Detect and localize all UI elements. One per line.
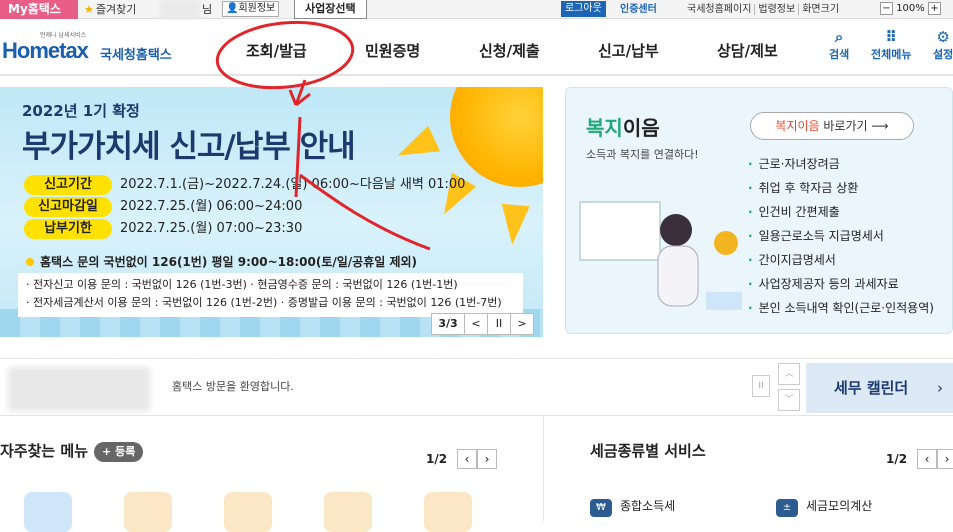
welfare-subtitle: 소득과 복지를 연결하다! <box>586 148 699 161</box>
welfare-item[interactable]: 인건비 간편제출 <box>748 200 934 224</box>
tax-service-income[interactable]: ₩ 종합소득세 <box>590 497 675 517</box>
welfare-title: 복지이음 <box>586 112 660 141</box>
quick-menu-icon[interactable] <box>24 492 72 532</box>
tax-calendar-label: 세무 캘린더 <box>834 379 909 397</box>
notice-up-button[interactable]: ︿ <box>778 363 800 385</box>
welfare-item[interactable]: 본인 소득내역 확인(근로·인적용역) <box>748 296 934 320</box>
logo-korean: 국세청홈택스 <box>100 48 172 63</box>
favorites-link[interactable]: ★ 즐겨찾기 <box>84 0 136 19</box>
register-button[interactable]: + 등록 <box>94 441 144 462</box>
welfare-title-rest: 이음 <box>622 116 660 140</box>
gear-icon: ⚙ <box>936 28 950 46</box>
frequent-menu-title: 자주찾는 메뉴 <box>0 442 89 460</box>
person-icon: 👤 <box>226 3 239 14</box>
search-button[interactable]: ⌕ 검색 <box>829 28 849 62</box>
welfare-item[interactable]: 근로·자녀장려금 <box>748 152 934 176</box>
notice-pause-button[interactable]: II <box>752 375 770 397</box>
all-menu-label: 전체메뉴 <box>871 48 912 61</box>
favorites-label: 즐겨찾기 <box>95 3 137 16</box>
my-hometax-button[interactable]: My홈택스 <box>0 0 78 19</box>
law-info-link[interactable]: 법령정보 <box>754 4 799 15</box>
main-navigation: 언제나 납세서비스 Hometax 국세청홈택스 조회/발급 민원증명 신청/제… <box>0 20 953 76</box>
user-photo-redacted <box>8 367 150 411</box>
tax-prev-button[interactable]: ‹ <box>917 449 937 469</box>
red-annotation-circle <box>215 20 355 107</box>
frequent-menu-heading: 자주찾는 메뉴 + 등록 <box>0 440 144 462</box>
vat-banner[interactable]: 2022년 1기 확정 부가가치세 신고/납부 안내 신고기간 2022.7.1.… <box>0 87 543 337</box>
quick-menu-icon[interactable] <box>124 492 172 532</box>
welcome-strip: 홈택스 방문을 환영합니다. II ︿ ﹀ 세무 캘린더 › <box>0 358 953 416</box>
zoom-level: 100% <box>896 3 925 14</box>
welcome-message: 홈택스 방문을 환영합니다. <box>172 380 294 393</box>
all-menu-button[interactable]: ⠿ 전체메뉴 <box>871 28 911 62</box>
member-info-button[interactable]: 👤회원정보 <box>222 1 280 17</box>
user-suffix: 님 <box>202 3 213 16</box>
screen-size-label: 화면크기 <box>798 4 843 15</box>
welfare-item[interactable]: 일용근로소득 지급명세서 <box>748 224 934 248</box>
money-bag-icon: ₩ <box>590 499 612 517</box>
tax-service-page: 1/2 <box>886 452 908 466</box>
welfare-panel: 복지이음 소득과 복지를 연결하다! 복지이음 바로가기 ⟶ 근로·자녀장려금 … <box>565 87 953 334</box>
welfare-item[interactable]: 취업 후 학자금 상환 <box>748 176 934 200</box>
logout-button[interactable]: 로그아웃 <box>561 1 606 17</box>
section-divider <box>543 416 544 521</box>
hometax-logo[interactable]: 언제나 납세서비스 Hometax 국세청홈택스 <box>2 28 182 70</box>
nav-item-report[interactable]: 신고/납부 <box>598 40 659 61</box>
zoom-out-button[interactable]: − <box>880 2 893 15</box>
tax-next-button[interactable]: › <box>937 449 953 469</box>
quick-menu-icon[interactable] <box>224 492 272 532</box>
welfare-list: 근로·자녀장려금 취업 후 학자금 상환 인건비 간편제출 일용근로소득 지급명… <box>748 152 934 320</box>
tax-service-simulation[interactable]: ± 세금모의계산 <box>776 497 872 517</box>
tax-calendar-button[interactable]: 세무 캘린더 › <box>806 363 953 413</box>
chevron-right-icon: › <box>937 379 943 397</box>
welfare-button-em: 복지이음 <box>775 119 820 133</box>
welfare-item[interactable]: 사업장제공자 등의 과세자료 <box>748 272 934 296</box>
member-info-label: 회원정보 <box>238 3 276 14</box>
top-utility-bar: My홈택스 ★ 즐겨찾기 님 👤회원정보 사업장선택 로그아웃 인증센터 국세청홈… <box>0 0 953 19</box>
frequent-menu-page: 1/2 <box>426 452 448 466</box>
logo-brand: Hometax <box>2 38 89 63</box>
quick-menu-icon[interactable] <box>424 492 472 532</box>
tax-service-heading: 세금종류별 서비스 <box>590 442 706 460</box>
user-name-redacted <box>160 0 200 19</box>
search-label: 검색 <box>829 48 850 61</box>
zoom-in-button[interactable]: + <box>927 2 941 15</box>
welfare-title-green: 복지 <box>586 116 623 140</box>
zoom-control: − 100% + <box>880 2 941 16</box>
nts-homepage-link[interactable]: 국세청홈페이지 <box>684 4 754 15</box>
welfare-shortcut-button[interactable]: 복지이음 바로가기 ⟶ <box>750 112 914 140</box>
notice-down-button[interactable]: ﹀ <box>778 389 800 411</box>
nav-item-apply[interactable]: 신청/제출 <box>479 40 540 61</box>
woman-illustration <box>579 201 742 310</box>
settings-button[interactable]: ⚙ 설정 <box>933 28 953 62</box>
frequent-prev-button[interactable]: ‹ <box>457 449 477 469</box>
red-annotation-arrow <box>294 116 431 251</box>
nav-item-certificate[interactable]: 민원증명 <box>365 40 420 61</box>
arrow-right-icon: ⟶ <box>871 119 889 133</box>
welfare-button-rest: 바로가기 <box>819 119 868 133</box>
business-select-button[interactable]: 사업장선택 <box>294 0 367 19</box>
calculator-icon: ± <box>776 499 798 517</box>
tax-service-label: 종합소득세 <box>620 499 676 513</box>
quick-menu-icon[interactable] <box>324 492 372 532</box>
frequent-next-button[interactable]: › <box>477 449 497 469</box>
nav-item-consult[interactable]: 상담/제보 <box>717 40 778 61</box>
welfare-item[interactable]: 간이지급명세서 <box>748 248 934 272</box>
top-links: 국세청홈페이지 법령정보 화면크기 <box>684 0 843 19</box>
tax-service-label: 세금모의계산 <box>806 499 873 513</box>
cert-center-link[interactable]: 인증센터 <box>620 0 657 19</box>
settings-label: 설정 <box>933 48 953 61</box>
grid-icon: ⠿ <box>885 28 898 46</box>
search-icon: ⌕ <box>834 28 844 46</box>
star-icon: ★ <box>84 3 94 16</box>
